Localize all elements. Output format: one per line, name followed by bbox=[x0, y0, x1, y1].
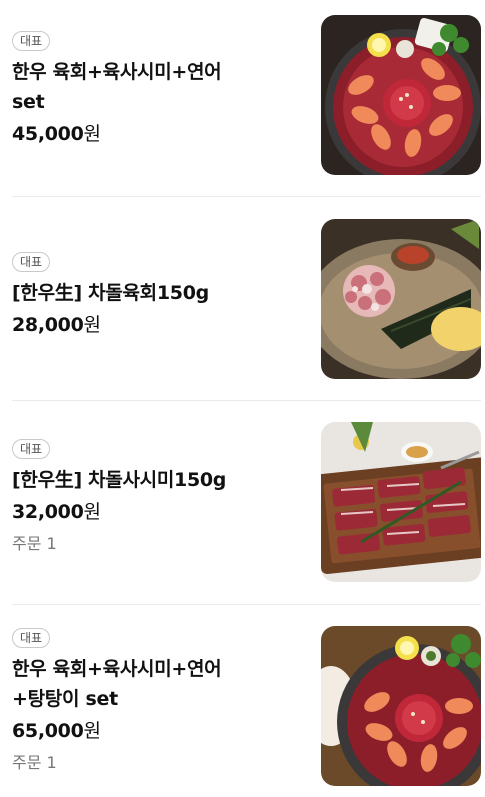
price-value: 45,000 bbox=[12, 123, 84, 145]
menu-item-name: 한우 육회+육사시미+연어 +탕탕이 set bbox=[12, 654, 304, 714]
menu-item-price: 32,000원 bbox=[12, 497, 304, 527]
item-divider bbox=[12, 604, 481, 605]
order-count-value: 1 bbox=[46, 753, 57, 772]
menu-item-photo[interactable] bbox=[321, 626, 481, 786]
menu-item-name-line: [한우生] 차돌육회150g bbox=[12, 282, 209, 304]
menu-item-info: 대표 [한우生] 차돌사시미150g 32,000원 주문 1 bbox=[12, 438, 304, 557]
menu-item-name: [한우生] 차돌사시미150g bbox=[12, 465, 304, 495]
menu-item-photo[interactable] bbox=[321, 219, 481, 379]
menu-item-info: 대표 한우 육회+육사시미+연어 +탕탕이 set 65,000원 주문 1 bbox=[12, 627, 304, 776]
menu-item-name-line: [한우生] 차돌사시미150g bbox=[12, 469, 227, 491]
order-count-label: 주문 bbox=[12, 534, 42, 553]
menu-item-price: 45,000원 bbox=[12, 119, 304, 149]
currency-unit: 원 bbox=[83, 123, 101, 145]
menu-item-name: 한우 육회+육사시미+연어 set bbox=[12, 57, 304, 117]
order-count: 주문 1 bbox=[12, 531, 304, 557]
price-value: 28,000 bbox=[12, 314, 84, 336]
menu-item-photo[interactable] bbox=[321, 422, 481, 582]
order-count-label: 주문 bbox=[12, 753, 42, 772]
item-divider bbox=[12, 400, 481, 401]
menu-item-price: 28,000원 bbox=[12, 310, 304, 340]
price-value: 32,000 bbox=[12, 501, 84, 523]
currency-unit: 원 bbox=[83, 501, 101, 523]
menu-item-name-line: set bbox=[12, 91, 45, 113]
order-count-value: 1 bbox=[46, 534, 57, 553]
currency-unit: 원 bbox=[83, 720, 101, 742]
menu-item-name: [한우生] 차돌육회150g bbox=[12, 278, 304, 308]
chadol-sashimi-board-image bbox=[321, 422, 481, 582]
menu-item-info: 대표 한우 육회+육사시미+연어 set 45,000원 bbox=[12, 30, 304, 149]
currency-unit: 원 bbox=[83, 314, 101, 336]
representative-badge: 대표 bbox=[12, 439, 51, 459]
menu-item-name-line: 한우 육회+육사시미+연어 bbox=[12, 658, 222, 680]
representative-badge: 대표 bbox=[12, 628, 51, 648]
order-count: 주문 1 bbox=[12, 750, 304, 776]
menu-item-name-line: 한우 육회+육사시미+연어 bbox=[12, 61, 222, 83]
yukhoe-salmon-tangtangi-platter-image bbox=[321, 626, 481, 786]
item-divider bbox=[12, 196, 481, 197]
price-value: 65,000 bbox=[12, 720, 84, 742]
menu-item-info: 대표 [한우生] 차돌육회150g 28,000원 bbox=[12, 251, 304, 340]
menu-list: 대표 한우 육회+육사시미+연어 set 45,000원 대표 [한우生] 차돌… bbox=[0, 0, 485, 797]
menu-item-name-line: +탕탕이 set bbox=[12, 688, 118, 710]
representative-badge: 대표 bbox=[12, 252, 51, 272]
menu-item-price: 65,000원 bbox=[12, 716, 304, 746]
yukhoe-salmon-platter-image bbox=[321, 15, 481, 175]
chadol-yukhoe-image bbox=[321, 219, 481, 379]
menu-item-photo[interactable] bbox=[321, 15, 481, 175]
representative-badge: 대표 bbox=[12, 31, 51, 51]
